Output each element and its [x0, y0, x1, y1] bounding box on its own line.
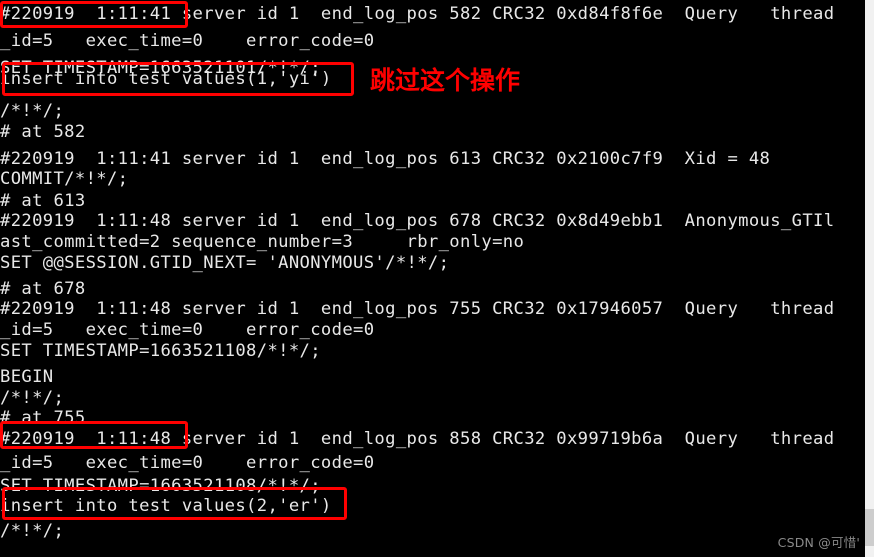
terminal-line: SET @@SESSION.GTID_NEXT= 'ANONYMOUS'/*!*…	[0, 253, 450, 273]
terminal-line: #220919 1:11:48 server id 1 end_log_pos …	[0, 429, 835, 449]
vertical-scrollbar-thumb[interactable]	[865, 509, 874, 546]
terminal-line: # at 582	[0, 122, 86, 142]
terminal-line: insert into test values(2,'er')	[0, 496, 332, 516]
terminal-line: _id=5 exec_time=0 error_code=0	[0, 31, 375, 51]
vertical-scrollbar-track[interactable]	[865, 0, 874, 557]
terminal-line: SET TIMESTAMP=1663521108/*!*/;	[0, 341, 321, 361]
terminal-line: insert into test values(1,'yi')	[0, 69, 332, 89]
annotation-note-text: 跳过这个操作	[370, 66, 521, 95]
terminal-line: /*!*/;	[0, 521, 65, 541]
terminal-output-pane[interactable]: #220919 1:11:41 server id 1 end_log_pos …	[0, 0, 866, 557]
terminal-line: #220919 1:11:41 server id 1 end_log_pos …	[0, 4, 835, 24]
csdn-watermark: CSDN @可惜'	[777, 535, 860, 550]
screenshot-root: #220919 1:11:41 server id 1 end_log_pos …	[0, 0, 874, 557]
